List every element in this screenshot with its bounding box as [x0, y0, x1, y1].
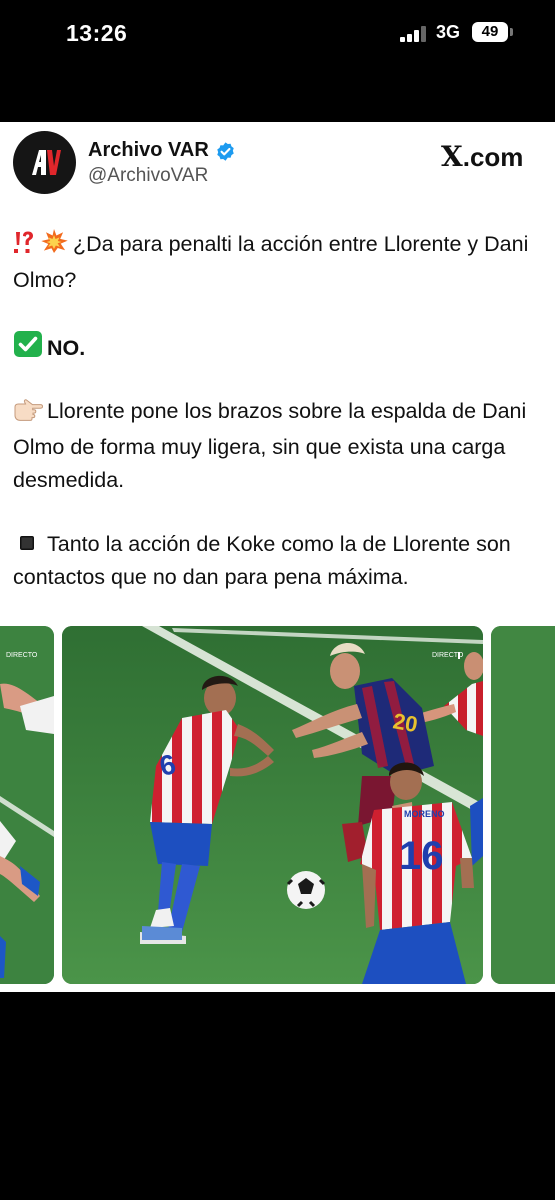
tweet-paragraph-1: ¿Da para penalti la acción entre Llorent… — [13, 228, 548, 297]
shirt-number-barca: 20 — [391, 708, 419, 737]
broadcast-tag: DIRECTO — [6, 652, 38, 659]
media-image-main[interactable]: DIRECTO 20 6 MORENO 16 — [62, 626, 483, 984]
paragraph-text: Tanto la acción de Koke como la de Llore… — [13, 532, 511, 589]
signal-icon — [400, 26, 427, 42]
status-bar: 13:26 3G 49 — [0, 0, 555, 70]
battery-icon: 49 — [472, 22, 508, 42]
paragraph-text: ¿Da para penalti la acción entre Llorent… — [13, 232, 529, 292]
shirt-number-main: 16 — [399, 834, 444, 878]
avatar[interactable] — [13, 131, 76, 194]
verified-icon — [217, 142, 234, 161]
source-domain: .com — [462, 142, 524, 172]
media-image-left[interactable]: DIRECTO — [0, 626, 54, 984]
check-mark-icon — [13, 330, 43, 368]
tweet-paragraph-3: Llorente pone los brazos sobre la espald… — [13, 395, 548, 497]
black-square-icon — [19, 528, 35, 561]
archivo-var-logo — [32, 150, 61, 175]
author-name[interactable]: Archivo VAR — [88, 139, 209, 162]
collision-icon — [39, 228, 69, 264]
source-label: X.com — [441, 140, 523, 173]
source-text: X.com — [441, 140, 524, 173]
media-image-right[interactable] — [491, 626, 555, 984]
battery-cap — [510, 28, 513, 36]
x-logo-icon: X — [441, 140, 463, 173]
pointing-hand-icon — [13, 398, 44, 431]
tweet-paragraph-2: NO. — [13, 330, 548, 368]
shirt-name: MORENO — [404, 809, 445, 819]
network-type: 3G — [436, 22, 461, 42]
interrobang-icon — [13, 230, 35, 264]
paragraph-text: Llorente pone los brazos sobre la espald… — [13, 399, 527, 492]
tweet-paragraph-4: Tanto la acción de Koke como la de Llore… — [13, 528, 548, 594]
tweet-card: Archivo VAR @ArchivoVAR X.com ¿Da para p… — [0, 122, 555, 992]
status-time: 13:26 — [66, 20, 128, 46]
bottom-area — [0, 992, 555, 1200]
author-handle[interactable]: @ArchivoVAR — [88, 165, 208, 187]
verdict-text: NO. — [47, 336, 86, 360]
